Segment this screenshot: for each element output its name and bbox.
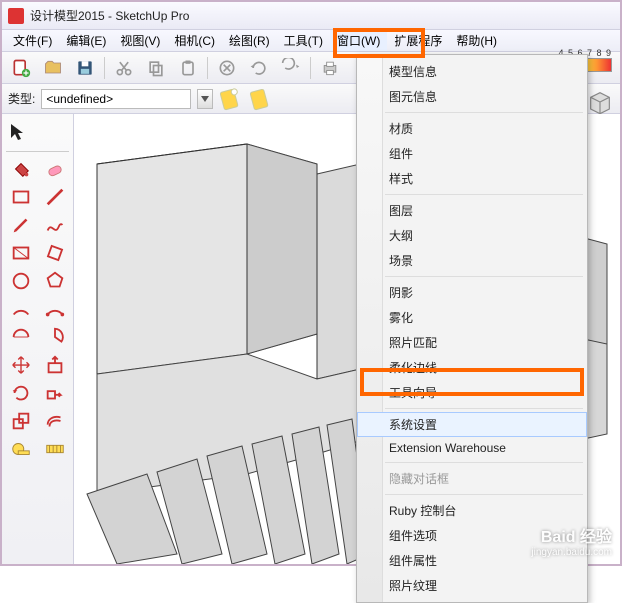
tag2-icon[interactable] xyxy=(247,84,276,113)
dropdown-item[interactable]: 照片匹配 xyxy=(357,330,587,355)
new-file-icon[interactable] xyxy=(8,55,34,81)
dropdown-item[interactable]: 照片纹理 xyxy=(357,573,587,598)
scale-icon[interactable] xyxy=(6,408,36,434)
rectangle-tool-icon[interactable] xyxy=(6,184,36,210)
dropdown-item[interactable]: Ruby 控制台 xyxy=(357,498,587,523)
toolbar-divider xyxy=(310,57,311,79)
dropdown-item[interactable]: 工具向导 xyxy=(357,380,587,405)
menu-view[interactable]: 视图(V) xyxy=(113,30,167,51)
print-icon[interactable] xyxy=(278,55,304,81)
menubar: 文件(F) 编辑(E) 视图(V) 相机(C) 绘图(R) 工具(T) 窗口(W… xyxy=(2,30,620,52)
dropdown-separator xyxy=(385,194,583,195)
menu-tools[interactable]: 工具(T) xyxy=(277,30,330,51)
dropdown-item[interactable]: 柔化边线 xyxy=(357,355,587,380)
dropdown-item[interactable]: 材质 xyxy=(357,116,587,141)
eraser-icon[interactable] xyxy=(40,156,70,182)
followme-icon[interactable] xyxy=(40,380,70,406)
dropdown-item[interactable]: 图元信息 xyxy=(357,84,587,109)
toolbar-divider xyxy=(104,57,105,79)
open-file-icon[interactable] xyxy=(40,55,66,81)
dropdown-item: 隐藏对话框 xyxy=(357,466,587,491)
dropdown-item[interactable]: 雾化 xyxy=(357,305,587,330)
paint-bucket-icon[interactable] xyxy=(6,156,36,182)
titlebar: 设计模型2015 - SketchUp Pro xyxy=(2,2,620,30)
dropdown-separator xyxy=(385,408,583,409)
polygon-icon[interactable] xyxy=(40,268,70,294)
tag-icon[interactable] xyxy=(217,84,246,113)
watermark-logo: Baid 经验 xyxy=(531,523,612,547)
menu-draw[interactable]: 绘图(R) xyxy=(222,30,277,51)
dropdown-item[interactable]: 大纲 xyxy=(357,223,587,248)
type-input[interactable] xyxy=(41,89,191,109)
dropdown-item[interactable]: 图层 xyxy=(357,198,587,223)
dropdown-item[interactable]: 系统设置 xyxy=(357,412,587,437)
save-icon[interactable] xyxy=(72,55,98,81)
copy-icon[interactable] xyxy=(143,55,169,81)
dropdown-separator xyxy=(385,494,583,495)
tool-palette xyxy=(2,114,74,564)
dropdown-item[interactable]: 场景 xyxy=(357,248,587,273)
redo-icon[interactable] xyxy=(246,55,272,81)
rect2-icon[interactable] xyxy=(6,240,36,266)
type-dropdown-button[interactable] xyxy=(197,89,213,109)
menu-window[interactable]: 窗口(W) xyxy=(330,30,387,51)
menu-help[interactable]: 帮助(H) xyxy=(449,30,504,51)
pie-icon[interactable] xyxy=(40,324,70,350)
tape-icon[interactable] xyxy=(6,436,36,462)
watermark-url: jingyan.baidu.com xyxy=(531,547,612,558)
dropdown-item[interactable]: Extension Warehouse xyxy=(357,437,587,459)
app-icon xyxy=(8,8,24,24)
window-menu-dropdown: 模型信息图元信息材质组件样式图层大纲场景阴影雾化照片匹配柔化边线工具向导系统设置… xyxy=(356,54,588,603)
pushpull-icon[interactable] xyxy=(40,352,70,378)
dropdown-separator xyxy=(385,462,583,463)
menu-edit[interactable]: 编辑(E) xyxy=(59,30,113,51)
printer-icon[interactable] xyxy=(317,55,343,81)
dropdown-item[interactable]: 组件 xyxy=(357,141,587,166)
arc2-icon[interactable] xyxy=(40,296,70,322)
move-icon[interactable] xyxy=(6,352,36,378)
undo-icon[interactable] xyxy=(214,55,240,81)
offset-icon[interactable] xyxy=(40,408,70,434)
arc-icon[interactable] xyxy=(6,296,36,322)
menu-camera[interactable]: 相机(C) xyxy=(167,30,222,51)
dropdown-separator xyxy=(385,112,583,113)
cut-icon[interactable] xyxy=(111,55,137,81)
dimension-icon[interactable] xyxy=(40,436,70,462)
type-label: 类型: xyxy=(8,90,35,107)
line-tool-icon[interactable] xyxy=(40,184,70,210)
box-icon[interactable] xyxy=(586,88,614,116)
freehand-icon[interactable] xyxy=(40,212,70,238)
watermark: Baid 经验 jingyan.baidu.com xyxy=(531,523,612,558)
dropdown-item[interactable]: 模型信息 xyxy=(357,59,587,84)
rotated-rect-icon[interactable] xyxy=(40,240,70,266)
toolbar-divider xyxy=(207,57,208,79)
rotate-icon[interactable] xyxy=(6,380,36,406)
dropdown-item[interactable]: 样式 xyxy=(357,166,587,191)
arc3-icon[interactable] xyxy=(6,324,36,350)
dropdown-separator xyxy=(385,276,583,277)
window-title: 设计模型2015 - SketchUp Pro xyxy=(30,7,189,24)
menu-extensions[interactable]: 扩展程序 xyxy=(387,30,449,51)
paste-icon[interactable] xyxy=(175,55,201,81)
circle-icon[interactable] xyxy=(6,268,36,294)
dropdown-item[interactable]: 阴影 xyxy=(357,280,587,305)
select-tool-icon[interactable] xyxy=(8,122,28,142)
menu-file[interactable]: 文件(F) xyxy=(6,30,59,51)
pencil-icon[interactable] xyxy=(6,212,36,238)
